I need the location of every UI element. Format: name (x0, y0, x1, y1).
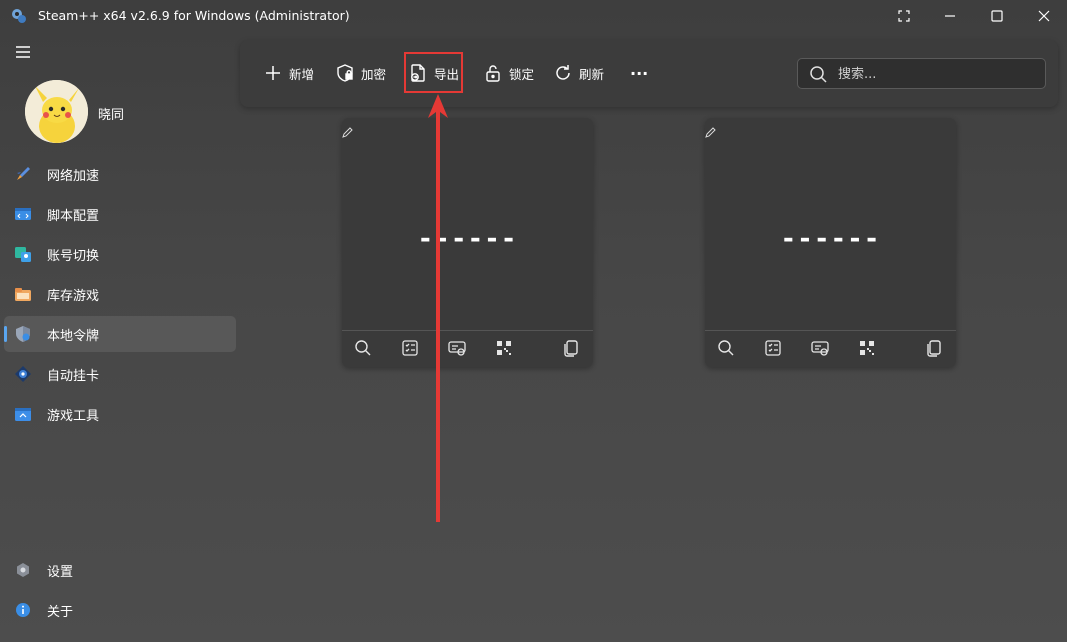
sidebar-item-label: 本地令牌 (47, 329, 100, 344)
confirmation-icon[interactable] (811, 339, 829, 357)
add-button[interactable]: 新增 (263, 60, 314, 86)
search-input[interactable] (836, 63, 1040, 85)
token-card[interactable]: ------ (705, 118, 956, 367)
sidebar-item-auto-idle-cards[interactable]: 自动挂卡 (4, 356, 236, 392)
menu-icon[interactable] (14, 44, 32, 60)
sidebar-item-label: 网络加速 (47, 169, 100, 184)
info-icon (16, 603, 30, 617)
export-highlight-box (404, 52, 463, 93)
plus-icon (266, 66, 280, 80)
copy-icon[interactable] (562, 339, 580, 357)
toolbar: 新增 加密 导出 锁定 刷新 ··· (240, 40, 1058, 107)
copy-icon[interactable] (925, 339, 943, 357)
gear-icon (17, 563, 29, 577)
minimize-icon (945, 15, 955, 17)
maximize-button[interactable] (974, 0, 1020, 32)
unlock-icon (486, 65, 500, 82)
pikachu-avatar-image (25, 80, 88, 143)
sidebar-item-label: 账号切换 (47, 249, 100, 264)
pencil-icon[interactable] (705, 126, 717, 138)
refresh-button[interactable]: 刷新 (553, 60, 604, 86)
annotation-arrow (428, 94, 448, 522)
sidebar-item-label: 自动挂卡 (47, 369, 100, 384)
sidebar-item-settings[interactable]: 设置 (4, 552, 236, 588)
sidebar-item-network-acceleration[interactable]: 网络加速 (4, 156, 236, 192)
script-icon (15, 208, 31, 220)
account-switch-icon (15, 247, 31, 262)
maximize-icon (991, 10, 1003, 22)
pencil-icon[interactable] (342, 126, 354, 138)
encrypt-button[interactable]: 加密 (335, 60, 386, 86)
search-icon[interactable] (354, 339, 372, 357)
refresh-icon (556, 65, 570, 80)
search-box[interactable] (797, 58, 1046, 89)
sidebar-item-script-config[interactable]: 脚本配置 (4, 196, 236, 232)
title-bar: Steam++ x64 v2.6.9 for Windows (Administ… (0, 0, 1067, 32)
game-tools-icon (15, 408, 31, 421)
card-divider (342, 330, 593, 331)
checklist-icon[interactable] (764, 339, 782, 357)
close-button[interactable] (1021, 0, 1067, 32)
card-divider (705, 330, 956, 331)
shield-token-icon (16, 326, 30, 342)
steam-card-icon (15, 366, 31, 382)
qr-code-icon[interactable] (858, 339, 876, 357)
steam-plus-logo-icon (12, 9, 26, 23)
search-icon[interactable] (717, 339, 735, 357)
sidebar-item-label: 关于 (47, 605, 74, 620)
shield-lock-icon (337, 64, 353, 82)
minimize-button[interactable] (927, 0, 973, 32)
token-code: ------ (417, 224, 518, 254)
sidebar-item-local-token[interactable]: 本地令牌 (4, 316, 236, 352)
fullscreen-button[interactable] (881, 0, 927, 32)
avatar[interactable] (25, 80, 88, 143)
sidebar-item-game-tools[interactable]: 游戏工具 (4, 396, 236, 432)
sidebar-item-label: 游戏工具 (47, 409, 100, 424)
sidebar-item-label: 库存游戏 (47, 289, 100, 304)
more-button[interactable]: ··· (630, 60, 648, 86)
sidebar-item-label: 设置 (47, 565, 74, 580)
sidebar-item-about[interactable]: 关于 (4, 592, 236, 628)
confirmation-icon[interactable] (448, 339, 466, 357)
lock-button[interactable]: 锁定 (483, 60, 534, 86)
sidebar-item-label: 脚本配置 (47, 209, 100, 224)
fullscreen-icon (898, 10, 910, 22)
close-icon (1038, 10, 1050, 22)
checklist-icon[interactable] (401, 339, 419, 357)
token-card[interactable]: ------ (342, 118, 593, 367)
username: 晓同 (98, 108, 125, 123)
more-icon: ··· (630, 63, 649, 83)
sidebar-item-account-switch[interactable]: 账号切换 (4, 236, 236, 272)
sidebar-item-game-library[interactable]: 库存游戏 (4, 276, 236, 312)
library-icon (15, 288, 31, 301)
qr-code-icon[interactable] (495, 339, 513, 357)
search-icon (810, 66, 827, 83)
token-code: ------ (780, 224, 881, 254)
active-indicator (4, 326, 7, 342)
window-title: Steam++ x64 v2.6.9 for Windows (Administ… (38, 8, 350, 23)
rocket-icon (17, 167, 30, 180)
